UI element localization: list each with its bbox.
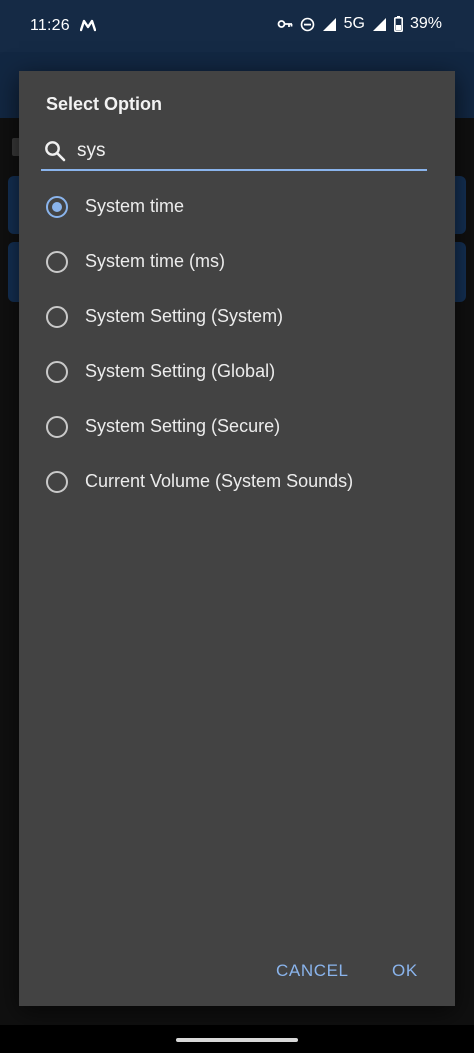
status-right-group: 5G 39%	[277, 15, 442, 33]
radio-button[interactable]	[46, 361, 68, 383]
option-label: Current Volume (System Sounds)	[85, 471, 354, 491]
network-type: 5G	[343, 15, 365, 32]
radio-button[interactable]	[46, 471, 68, 493]
options-list: System time System time (ms) System Settin…	[19, 180, 455, 510]
search-icon	[45, 141, 66, 162]
vpn-key-icon	[277, 20, 293, 28]
status-bar: 11:26 5G 39%	[0, 0, 474, 52]
navigation-bar	[0, 1025, 474, 1053]
dialog-title: Select Option	[46, 94, 163, 114]
screen: 11:26 5G 39% Select Option sys System ti…	[0, 0, 474, 1053]
option-label: System Setting (Global)	[85, 361, 276, 381]
option-label: System time (ms)	[85, 251, 226, 271]
battery-level: 39%	[409, 15, 442, 32]
radio-button[interactable]	[46, 251, 68, 273]
option-item[interactable]: System time (ms)	[19, 235, 455, 290]
cell-signal-icon	[372, 17, 386, 31]
option-item[interactable]: System Setting (System)	[19, 290, 455, 345]
option-label: System Setting (System)	[85, 306, 284, 326]
option-label: System time	[85, 196, 185, 216]
option-label: System Setting (Secure)	[85, 416, 281, 436]
search-field[interactable]	[41, 133, 427, 171]
option-item[interactable]: System Setting (Global)	[19, 345, 455, 400]
cancel-button[interactable]: CANCEL	[276, 961, 349, 981]
option-item[interactable]: System Setting (Secure)	[19, 400, 455, 455]
search-input[interactable]	[77, 137, 417, 165]
option-item[interactable]: Current Volume (System Sounds)	[19, 455, 455, 510]
ok-button[interactable]: OK	[392, 961, 418, 981]
radio-button[interactable]	[46, 306, 68, 328]
home-gesture-handle[interactable]	[176, 1038, 298, 1042]
radio-button-checked[interactable]	[46, 196, 68, 218]
radio-button[interactable]	[46, 416, 68, 438]
wifi-signal-icon	[322, 17, 336, 31]
status-time: 11:26	[30, 17, 70, 34]
battery-icon	[393, 16, 403, 32]
option-item[interactable]: System time	[19, 180, 455, 235]
select-option-dialog: Select Option System time System time (ms…	[19, 71, 455, 1006]
notification-m-icon	[80, 19, 96, 32]
do-not-disturb-icon	[300, 17, 314, 31]
